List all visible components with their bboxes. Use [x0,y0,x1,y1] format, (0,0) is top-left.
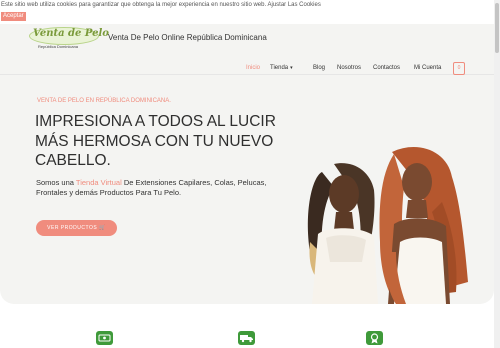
award-icon [366,331,383,345]
hero-models-image [307,146,468,304]
nav-item-inicio[interactable]: Inicio [246,65,260,71]
chevron-down-icon: ▾ [290,65,293,71]
cookie-banner: Este sitio web utiliza cookies para gara… [0,0,500,24]
cart-button[interactable]: 0 [453,62,465,75]
hero-headline: IMPRESIONA A TODOS AL LUCIR MÁS HERMOSA … [35,113,276,169]
nav-item-tienda-label: Tienda [270,65,289,71]
page-scrollbar[interactable] [494,0,500,348]
site-title[interactable]: Venta De Pelo Online República Dominican… [108,33,267,42]
logo-subtext: República Dominicana [38,44,79,49]
nav-item-nosotros[interactable]: Nosotros [337,65,361,71]
hero-subtext: Somos una Tienda Virtual De Extensiones … [36,178,276,198]
tienda-virtual-link[interactable]: Tienda Virtual [76,178,122,187]
nav-item-blog[interactable]: Blog [313,65,325,71]
hero-subtext-start: Somos una [36,178,74,187]
money-icon [96,331,113,345]
hero-eyebrow: VENTA DE PELO EN REPÚBLICA DOMINICANA. [37,98,171,104]
nav-item-contactos[interactable]: Contactos [373,65,400,71]
nav-item-mi-cuenta[interactable]: Mi Cuenta [414,65,441,71]
cart-count: 0 [457,65,461,71]
cookie-accept-button[interactable]: Aceptar [1,12,26,21]
nav-item-tienda[interactable]: Tienda ▾ [270,65,293,71]
site-logo[interactable]: Venta de Pelo República Dominicana [29,27,109,49]
scrollbar-thumb[interactable] [495,3,499,53]
ver-productos-button[interactable]: VER PRODUCTOS 🛒 [36,220,117,236]
logo-text: Venta de Pelo [33,28,109,39]
header-divider [0,74,494,75]
delivery-truck-icon [238,331,255,345]
cookie-message: Este sitio web utiliza cookies para gara… [1,2,321,8]
